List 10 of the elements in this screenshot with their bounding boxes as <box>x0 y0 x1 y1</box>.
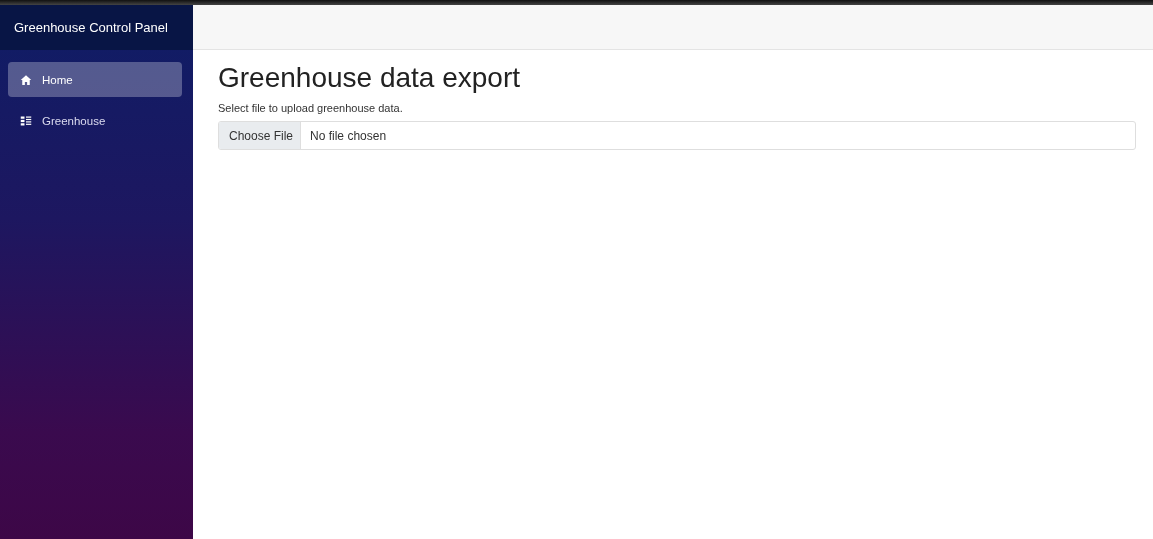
page-heading: Greenhouse data export <box>218 61 521 95</box>
list-icon <box>20 114 32 127</box>
home-icon <box>20 73 32 86</box>
choose-file-button[interactable]: Choose File <box>219 122 302 149</box>
app-title: Greenhouse Control Panel <box>14 20 168 35</box>
instruction-text: Select file to upload greenhouse data. <box>218 102 404 114</box>
nav-link[interactable]: Greenhouse <box>8 103 182 138</box>
nav-link[interactable]: Home <box>8 62 182 97</box>
file-status: No file chosen <box>309 127 387 145</box>
file-input[interactable]: Choose File No file chosen <box>218 121 1136 150</box>
